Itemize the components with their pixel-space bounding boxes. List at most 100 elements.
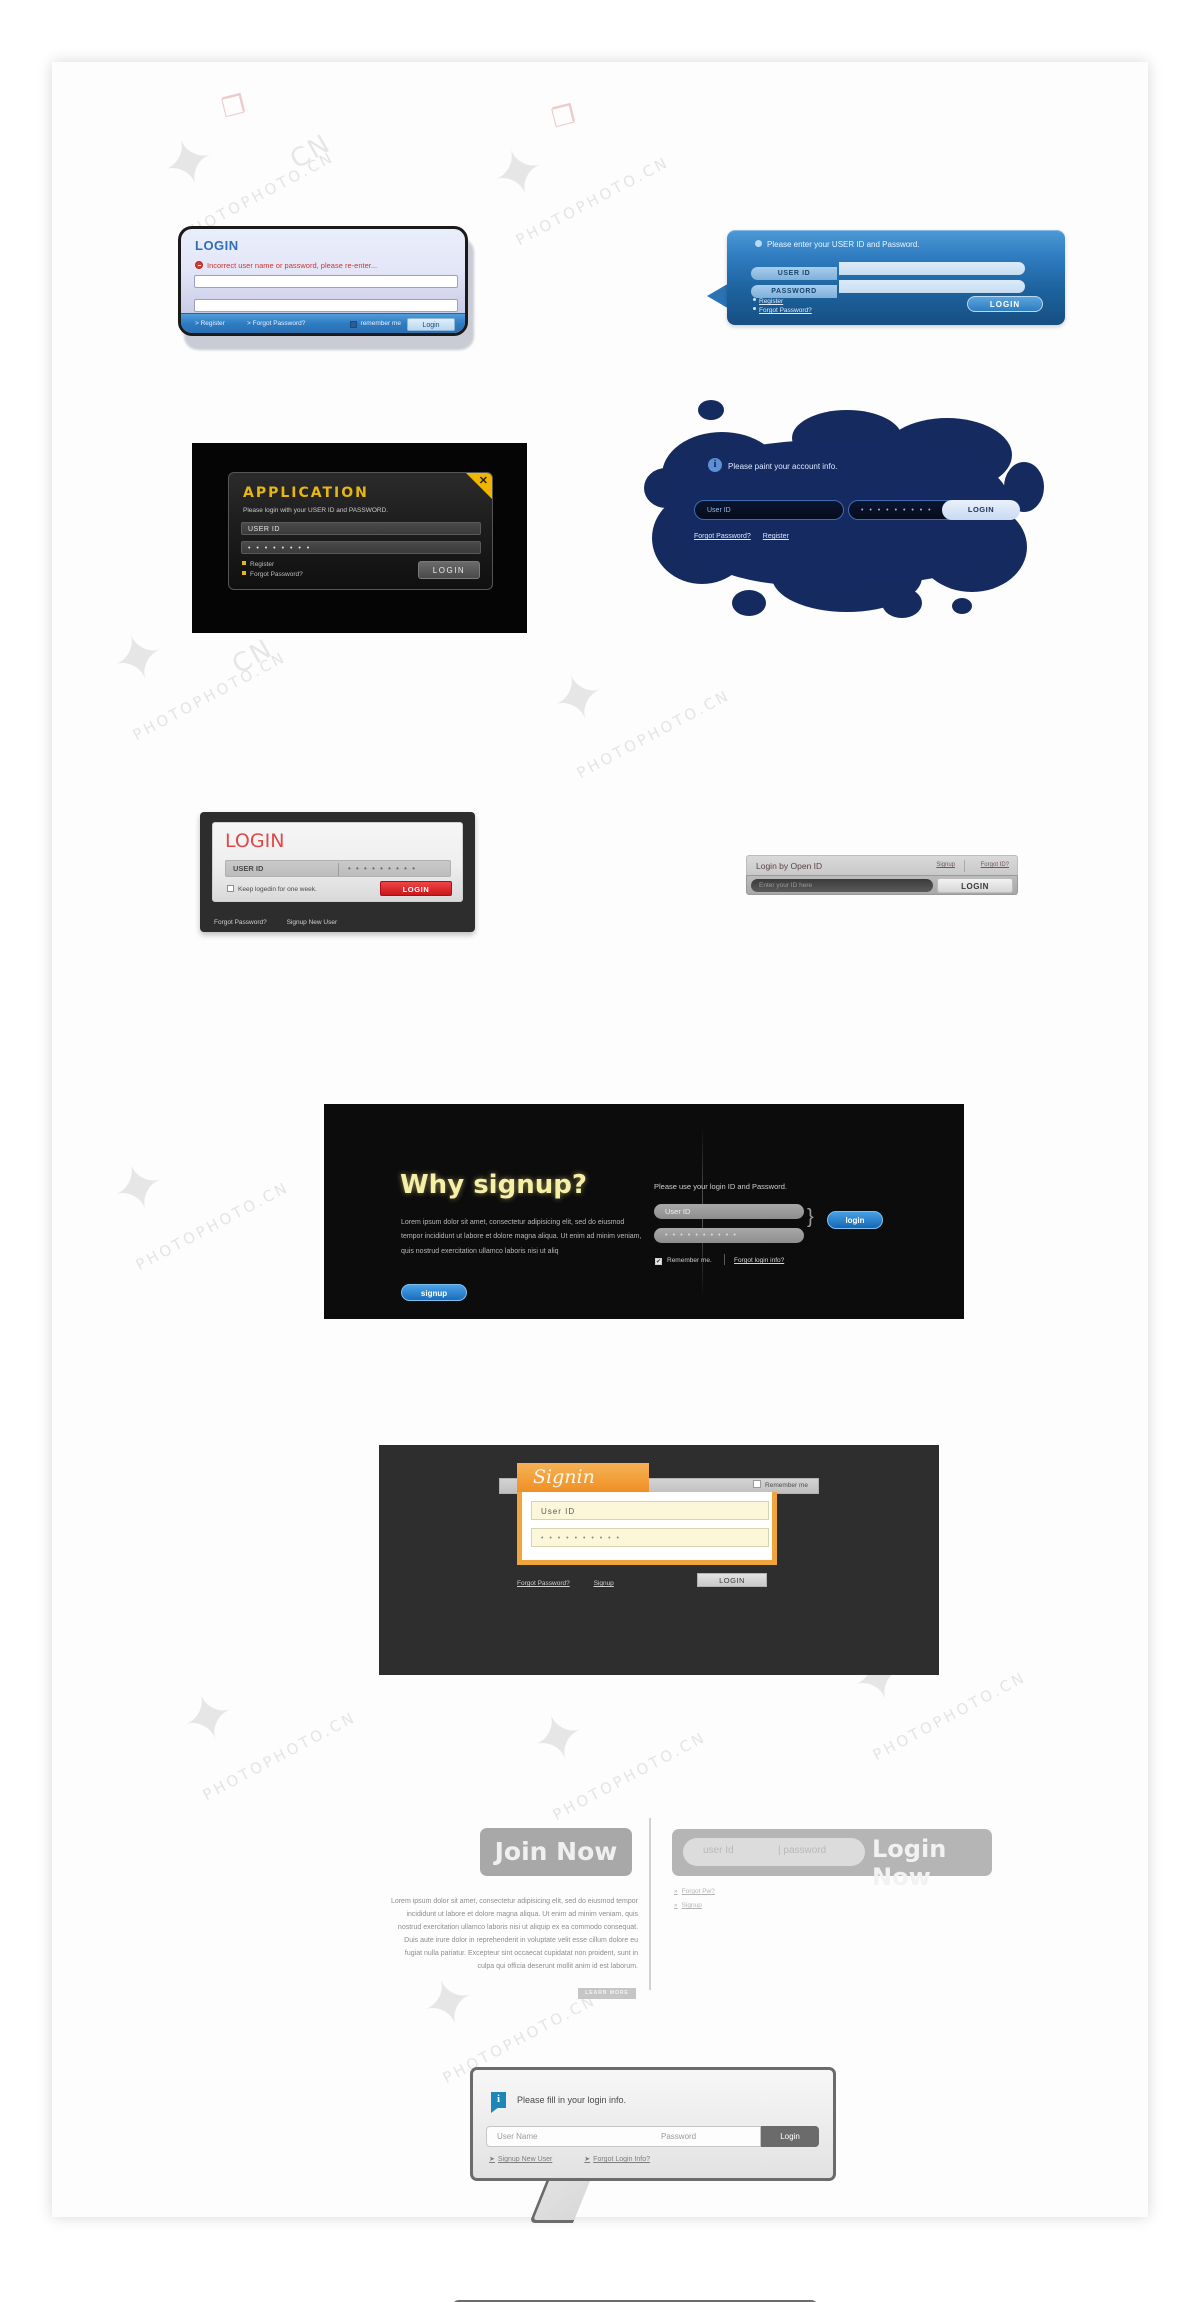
password-input[interactable] xyxy=(839,280,1025,293)
login-button[interactable]: LOGIN xyxy=(942,500,1020,520)
watermark-photo: PHOTOPHOTO.CN xyxy=(132,1177,293,1275)
forgot-password-link[interactable]: Forgot Password? xyxy=(759,307,812,314)
arrow-icon: » xyxy=(674,1888,678,1895)
login-button[interactable]: login xyxy=(827,1211,883,1229)
square-bullet-icon xyxy=(242,561,246,565)
forgot-id-link[interactable]: Forgot ID? xyxy=(981,862,1009,868)
remember-me-row[interactable]: Remember me xyxy=(753,1480,808,1489)
userid-input[interactable]: User ID xyxy=(531,1501,769,1520)
watermark-photo: PHOTOPHOTO.CN xyxy=(512,152,673,250)
signup-link[interactable]: Signup xyxy=(594,1580,614,1587)
ink-speck xyxy=(698,400,724,420)
watermark-bird: ✦ xyxy=(101,1145,176,1233)
panel-body: Enter your ID here LOGIN xyxy=(746,875,1018,895)
openid-input[interactable]: Enter your ID here xyxy=(751,879,933,892)
register-link[interactable]: Register xyxy=(250,561,274,568)
credentials-input[interactable]: user Id | password xyxy=(683,1838,865,1866)
remember-me-checkbox[interactable]: ✔ xyxy=(655,1258,662,1265)
password-input[interactable]: • • • • • • • • • xyxy=(348,864,417,873)
login-button[interactable]: LOGIN xyxy=(418,561,480,579)
arrow-icon: ➤ xyxy=(489,2156,495,2163)
login-button[interactable]: LOGIN xyxy=(967,296,1043,312)
signup-link[interactable]: Signup New User xyxy=(287,919,338,926)
instruction-text: Please enter your USER ID and Password. xyxy=(767,240,920,249)
signup-button[interactable]: signup xyxy=(401,1284,467,1301)
userid-input[interactable] xyxy=(194,275,458,288)
login-button[interactable]: LOGIN xyxy=(380,881,452,896)
forgot-password-link[interactable]: Forgot Password? xyxy=(517,1580,570,1587)
login-panel-application: ✕ APPLICATION Please login with your USE… xyxy=(192,443,527,633)
links-group: Register Forgot Password? xyxy=(242,561,303,581)
watermark-bird: ✦ xyxy=(101,615,176,703)
login-now-button[interactable]: Login Now xyxy=(872,1835,992,1891)
watermark-photo: PHOTOPHOTO.CN xyxy=(869,1667,1030,1765)
watermark-stamp: ❐ xyxy=(548,99,579,135)
forgot-password-link[interactable]: Forgot Password? xyxy=(694,533,751,540)
userid-input[interactable]: USER ID xyxy=(233,864,263,873)
panel-body: LOGIN USER ID • • • • • • • • • Keep log… xyxy=(212,822,463,902)
divider xyxy=(338,863,339,876)
join-now-button[interactable]: Join Now xyxy=(480,1828,632,1876)
instruction-message: Please enter your USER ID and Password. xyxy=(755,240,920,249)
remember-me-checkbox[interactable] xyxy=(350,320,357,328)
signup-link[interactable]: Signup xyxy=(936,862,955,868)
error-message: Incorrect user name or password, please … xyxy=(195,261,377,270)
keep-logged-in-row[interactable]: Keep logedin for one week. xyxy=(227,885,317,893)
links-group: Forgot Password? Signup xyxy=(517,1580,636,1587)
login-panel-ink-splatter: i Please paint your account info. User I… xyxy=(632,392,1052,637)
panel-body: i Please fill in your login info. User N… xyxy=(470,2067,836,2181)
learn-more-button[interactable]: LEARN MORE xyxy=(578,1988,636,1999)
remember-me-label: Remember me. xyxy=(667,1257,712,1264)
forgot-password-link[interactable]: Forgot Password? xyxy=(214,919,267,926)
forgot-login-info-link[interactable]: Forgot login info? xyxy=(734,1257,784,1264)
error-icon xyxy=(195,261,203,269)
register-link[interactable]: Register xyxy=(763,533,789,540)
userid-input[interactable]: USER ID xyxy=(241,522,481,535)
instruction-text: Please use your login ID and Password. xyxy=(654,1182,787,1191)
credentials-input[interactable]: User Name Password xyxy=(486,2126,761,2147)
password-input[interactable]: • • • • • • • • • • xyxy=(531,1528,769,1547)
userid-input[interactable]: User ID xyxy=(694,500,844,520)
info-icon: i xyxy=(708,458,722,472)
userid-input[interactable]: User ID xyxy=(654,1204,804,1219)
watermark-bird: ✦ xyxy=(541,655,616,743)
forgot-password-link[interactable]: > Forgot Password? xyxy=(247,320,305,327)
password-input[interactable] xyxy=(194,299,458,312)
register-link[interactable]: Register xyxy=(759,298,783,305)
panel-body: LOGIN Incorrect user name or password, p… xyxy=(178,226,468,336)
password-row: PASSWORD xyxy=(751,280,1025,298)
watermark-photo: PHOTOPHOTO.CN xyxy=(573,685,734,783)
password-label: PASSWORD xyxy=(751,285,837,298)
ink-speck xyxy=(882,588,922,618)
divider xyxy=(964,860,965,872)
login-panel-signin-orange: Remember me Signin User ID • • • • • • •… xyxy=(379,1445,939,1675)
keep-logged-in-checkbox[interactable] xyxy=(227,885,234,892)
forgot-password-link[interactable]: Forgot Password? xyxy=(250,571,303,578)
login-panel-red: LOGIN USER ID • • • • • • • • • Keep log… xyxy=(200,812,475,932)
links-group: » Forgot Pw? » Signup xyxy=(674,1888,715,1916)
password-input[interactable]: • • • • • • • • xyxy=(241,541,481,554)
forgot-password-link[interactable]: Forgot Pw? xyxy=(682,1888,715,1895)
forgot-login-info-link[interactable]: Forgot Login Info? xyxy=(593,2156,650,2163)
login-button[interactable]: LOGIN xyxy=(937,878,1013,893)
login-button[interactable]: Login xyxy=(761,2126,819,2147)
userid-input[interactable] xyxy=(839,262,1025,275)
register-link[interactable]: > Register xyxy=(195,320,225,327)
password-input[interactable]: • • • • • • • • • • xyxy=(654,1228,804,1243)
links-group: Forgot Password? Register xyxy=(694,533,799,540)
panel-body: User ID • • • • • • • • • • xyxy=(517,1492,777,1565)
login-button[interactable]: LOGIN xyxy=(697,1573,767,1587)
signup-row: » Signup xyxy=(674,1902,715,1909)
login-panel-why-signup: Why signup? Lorem ipsum dolor sit amet, … xyxy=(324,1104,964,1319)
remember-me-row[interactable]: ✔ Remember me. xyxy=(655,1257,712,1265)
bullet-icon xyxy=(753,298,756,301)
signin-tab: Signin xyxy=(517,1463,649,1493)
close-icon[interactable]: ✕ xyxy=(479,474,488,487)
password-placeholder: Password xyxy=(661,2132,697,2141)
links-group: ➤ Signup New User ➤ Forgot Login Info? xyxy=(489,2155,650,2163)
signup-link[interactable]: Signup New User xyxy=(498,2156,552,2163)
login-button[interactable]: Login xyxy=(407,317,455,331)
signup-link[interactable]: Signup xyxy=(682,1902,702,1909)
remember-me-checkbox[interactable] xyxy=(753,1480,762,1488)
login-panel-openid: Login by Open ID Signup Forgot ID? Enter… xyxy=(746,855,1018,895)
